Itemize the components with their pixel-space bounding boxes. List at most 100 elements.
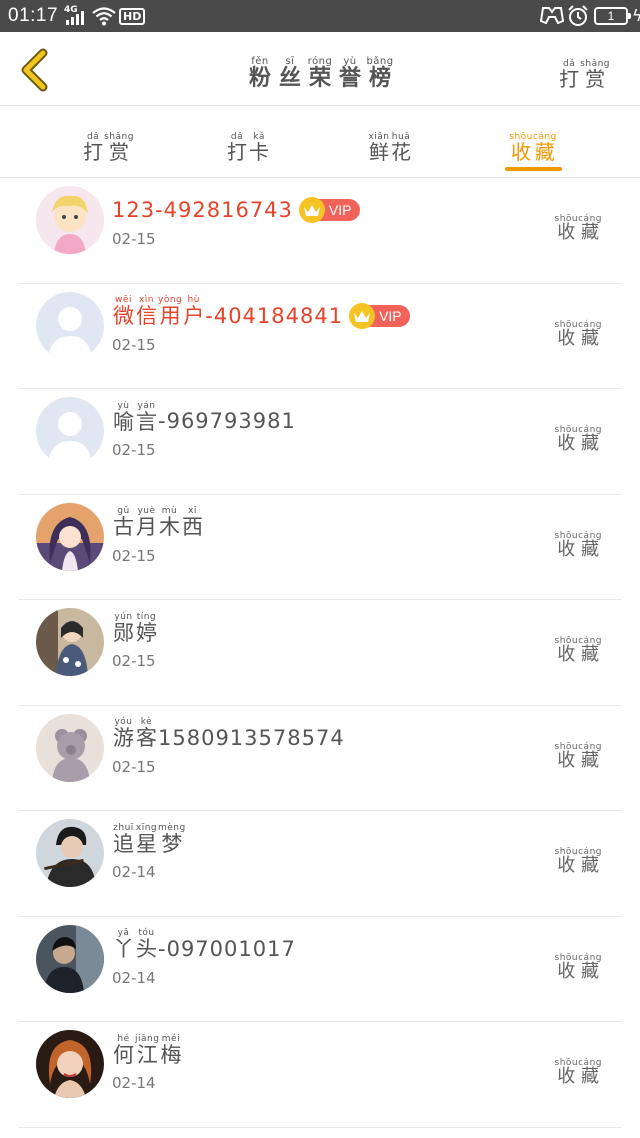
hanzi: 游 — [113, 726, 134, 751]
anime-girl-avatar[interactable] — [36, 502, 104, 571]
list-item[interactable]: yā 丫 tóu 头 -097001017 02-14 shōu 收 cáng 藏 — [0, 917, 640, 1023]
tab-bar: dǎ 打 shǎng 赏 dǎ 打 kǎ 卡 xiān 鲜 huā 花 shōu 收 cáng 藏 — [0, 106, 640, 178]
hanzi: 打 — [83, 140, 104, 164]
game-icon — [539, 4, 565, 30]
user-name-char: zhuī 追 — [112, 823, 135, 855]
user-name-text: -404184841 — [205, 303, 344, 328]
favorite-date: 02-15 — [112, 546, 156, 565]
tab-label-char: xiān 鲜 — [368, 132, 390, 163]
title-char: yù 誉 — [335, 57, 365, 91]
list-item[interactable]: yóu 游 kè 客 15809135785​74 02-15 shōu 收 cáng 藏 — [0, 706, 640, 812]
favorite-char: cáng 藏 — [578, 742, 602, 771]
user-name-char: xī 西 — [181, 506, 204, 538]
woman-portrait-avatar[interactable] — [36, 1030, 104, 1098]
favorite-char: cáng 藏 — [578, 953, 602, 982]
user-name: yā 丫 tóu 头 -097001017 — [112, 927, 296, 962]
hanzi: 藏 — [581, 960, 600, 982]
tab-label-char: cáng 藏 — [533, 132, 557, 163]
hanzi: 江 — [136, 1042, 158, 1067]
hanzi: 赏 — [585, 67, 606, 91]
hanzi: 藏 — [581, 538, 600, 560]
favorite-char: shōu 收 — [555, 425, 579, 454]
list-item[interactable]: wēi 微 xìn 信 yòng 用 hù 户 -404184841 VIP 02-15 shōu 收 c… — [0, 284, 640, 390]
favorite-date: 02-15 — [112, 652, 156, 670]
title-char: róng 荣 — [305, 57, 335, 91]
hd-icon: HD — [119, 8, 146, 25]
favorite-char: shōu 收 — [555, 1058, 579, 1087]
user-name-char: jiāng 江 — [135, 1034, 159, 1066]
tab-reward[interactable]: dǎ 打 shǎng 赏 — [53, 124, 163, 163]
list-item[interactable]: hé 何 jiāng 江 méi 梅 02-14 shōu 收 cáng 藏 — [0, 1022, 640, 1128]
reward-button[interactable]: dǎ 打 shǎng 赏 — [558, 51, 610, 90]
hanzi: 誉 — [339, 66, 362, 91]
tab-flowers[interactable]: xiān 鲜 huā 花 — [335, 124, 445, 163]
hanzi: 客 — [136, 726, 157, 751]
title-char: fěn 粉 — [245, 57, 275, 91]
user-name: yù 喻 yán 言 -969793981 — [112, 399, 296, 433]
hanzi: 言 — [136, 409, 157, 434]
active-tab-indicator — [505, 167, 562, 171]
tab-favorites[interactable]: shōu 收 cáng 藏 — [478, 124, 588, 163]
user-name: yóu 游 kè 客 15809135785​74 — [112, 716, 345, 751]
favorite-label: shōu 收 cáng 藏 — [555, 945, 603, 982]
user-name: yún 郧 tíng 婷 — [112, 610, 158, 644]
favorite-char: cáng 藏 — [578, 320, 602, 349]
list-item[interactable]: 123-492816743 VIP 02-15 shōu 收 cáng 藏 — [0, 178, 640, 284]
hanzi: 丝 — [278, 66, 301, 91]
charging-icon: ϟ — [632, 6, 640, 25]
reward-char: dǎ 打 — [558, 59, 580, 90]
hanzi: 藏 — [581, 433, 600, 454]
hanzi: 粉 — [248, 66, 271, 91]
favorite-label: shōu 收 cáng 藏 — [555, 1050, 603, 1087]
user-name-text: 123-492816743 — [112, 198, 293, 222]
crown-icon — [349, 302, 376, 329]
favorite-char: shōu 收 — [555, 531, 579, 560]
list-item[interactable]: zhuī 追 xīng 星 mèng 梦 02-14 shōu 收 cáng 藏 — [0, 811, 640, 917]
cartoon-girl-avatar[interactable] — [36, 186, 104, 254]
hanzi: 藏 — [534, 140, 555, 164]
favorite-label: shōu 收 cáng 藏 — [555, 312, 603, 349]
hanzi: 西 — [182, 515, 203, 540]
user-name-text: 15809135785​74 — [158, 725, 345, 750]
hanzi: 收 — [557, 1066, 576, 1087]
list-item[interactable]: yún 郧 tíng 婷 02-15 shōu 收 cáng 藏 — [0, 600, 640, 706]
hanzi: 打 — [559, 67, 580, 91]
user-name: wēi 微 xìn 信 yòng 用 hù 户 -404184841 VIP — [112, 294, 410, 329]
hanzi: 梦 — [161, 831, 183, 856]
hanzi: 婷 — [136, 620, 157, 645]
dark-photo-avatar[interactable] — [36, 924, 104, 993]
hanzi: 卡 — [249, 140, 269, 164]
favorite-date: 02-15 — [112, 441, 156, 459]
hanzi: 户 — [183, 304, 205, 329]
photo-girl-avatar[interactable] — [36, 608, 104, 676]
user-name: 123-492816743 VIP — [112, 188, 360, 223]
hanzi: 鲜 — [369, 140, 389, 164]
hanzi: 藏 — [581, 749, 600, 771]
tab-check-in[interactable]: dǎ 打 kǎ 卡 — [193, 124, 303, 163]
hanzi: 丫 — [113, 937, 134, 962]
vip-badge: VIP — [349, 302, 410, 329]
favorite-char: cáng 藏 — [578, 531, 602, 560]
favorite-label: shōu 收 cáng 藏 — [555, 206, 603, 243]
man-flute-avatar[interactable] — [36, 819, 104, 887]
hanzi: 收 — [557, 327, 576, 349]
status-time: 01:17 — [8, 5, 59, 26]
hanzi: 收 — [557, 222, 576, 243]
favorite-label: shōu 收 cáng 藏 — [555, 417, 603, 454]
user-name-char: mù 木 — [158, 506, 181, 538]
status-bar: 01:17 4G HD 1 ϟ — [0, 0, 640, 32]
user-name-char: gǔ 古 — [112, 506, 135, 538]
default-user-avatar[interactable] — [36, 397, 104, 465]
hanzi: 藏 — [581, 644, 600, 665]
user-name-char: yù 喻 — [112, 401, 135, 433]
default-user-avatar[interactable] — [36, 291, 104, 360]
favorite-char: cáng 藏 — [578, 1058, 602, 1087]
list-item[interactable]: gǔ 古 yuè 月 mù 木 xī 西 02-15 shōu 收 cáng 藏 — [0, 495, 640, 601]
teddy-bear-avatar[interactable] — [36, 713, 104, 782]
hanzi: 荣 — [308, 66, 331, 91]
hanzi: 追 — [113, 831, 134, 856]
hanzi: 收 — [557, 960, 576, 982]
tab-label-char: shōu 收 — [509, 132, 533, 163]
list-item[interactable]: yù 喻 yán 言 -969793981 02-15 shōu 收 cáng 藏 — [0, 389, 640, 495]
user-name-char: yún 郧 — [112, 612, 135, 644]
